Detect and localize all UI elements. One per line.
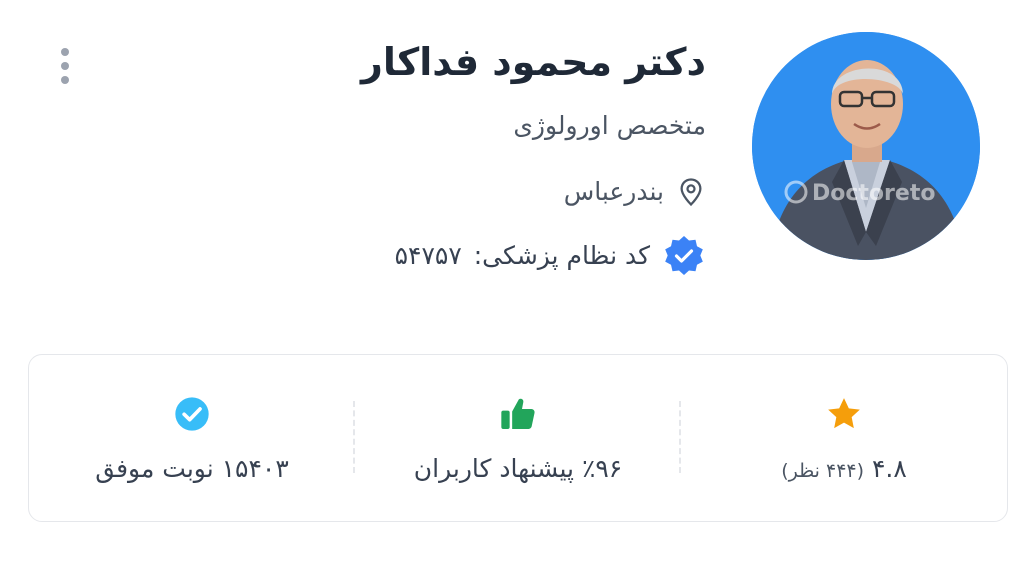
avatar-watermark: Doctoreto [812, 181, 935, 206]
rating-value: ۴.۸ [872, 453, 907, 483]
rating-text: ۴.۸ (۴۴۴ نظر) [781, 454, 907, 483]
doctor-location[interactable]: بندرعباس [146, 172, 706, 212]
stats-card: ۴.۸ (۴۴۴ نظر) ٪۹۶ پیشنهاد کاربران ۱۵۴۰۳ … [28, 354, 1008, 522]
medical-license: کد نظام پزشکی: ۵۴۷۵۷ [146, 234, 706, 278]
recommend-text: ٪۹۶ پیشنهاد کاربران [413, 453, 623, 483]
more-vertical-icon[interactable] [52, 42, 78, 90]
appointments-text: ۱۵۴۰۳ نوبت موفق [95, 453, 289, 483]
doctor-specialty: متخصص اورولوژی [513, 111, 706, 140]
license-label: کد نظام پزشکی: [473, 241, 650, 270]
stat-rating[interactable]: ۴.۸ (۴۴۴ نظر) [681, 355, 1007, 521]
doctor-name: دکتر محمود فداکار [360, 40, 706, 84]
doctor-info: دکتر محمود فداکار متخصص اورولوژی بندرعبا… [146, 34, 706, 278]
star-icon [828, 397, 860, 428]
avatar: Doctoreto [752, 32, 980, 260]
menu-dot [61, 62, 69, 70]
stat-appointments: ۱۵۴۰۳ نوبت موفق [29, 355, 355, 521]
doctor-profile-card: Doctoreto دکتر محمود فداکار متخصص اورولو… [0, 0, 1024, 572]
menu-dot [61, 76, 69, 84]
menu-dot [61, 48, 69, 56]
verified-badge-icon [665, 236, 703, 275]
location-pin-icon [680, 178, 702, 207]
city-label: بندرعباس [563, 177, 664, 206]
check-circle-icon [175, 396, 209, 431]
avatar-photo: Doctoreto [752, 32, 980, 260]
stat-recommend: ٪۹۶ پیشنهاد کاربران [355, 355, 681, 521]
thumbs-up-icon [501, 398, 535, 429]
rating-reviews: (۴۴۴ نظر) [781, 459, 865, 482]
license-number: ۵۴۷۵۷ [394, 241, 462, 270]
